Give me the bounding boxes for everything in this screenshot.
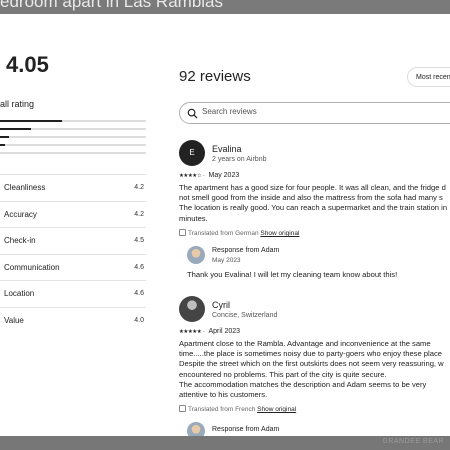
translation-label: Translated from German: [188, 230, 259, 237]
sort-dropdown-button[interactable]: Most recent: [407, 67, 450, 87]
host-response: Response from Adam May 2023 Thank you Ev…: [187, 246, 450, 286]
review-item: Cyril Concise, Switzerland ★★★★★ · April…: [179, 296, 450, 436]
rating-bar-track: [0, 152, 146, 154]
response-date: May 2023: [212, 257, 241, 264]
review-text-line: The accommodation matches the descriptio…: [179, 379, 427, 389]
reviewer-subtitle: Concise, Switzerland: [212, 312, 278, 319]
page-title: edroom apart in Las Ramblas: [0, 0, 450, 14]
review-text: The apartment has a good size for four p…: [179, 183, 450, 224]
category-value: 4.5: [134, 237, 144, 245]
review-text-line: attentive to his customers.: [179, 390, 268, 400]
reviews-count: 92 reviews: [179, 68, 251, 85]
category-row-value: Value 4.0: [0, 306, 146, 334]
category-label: Location: [4, 289, 35, 299]
response-text: Thank you Evalina! I will let my cleanin…: [187, 270, 398, 279]
rating-distribution: [0, 117, 146, 157]
category-row-cleanliness: Cleanliness 4.2: [0, 174, 146, 201]
review-rating-line: ★★★★★ · April 2023: [179, 328, 241, 335]
star-rating-icon: ★★★★★: [179, 329, 202, 335]
host-response: Response from Adam: [187, 422, 450, 436]
category-row-accuracy: Accuracy 4.2: [0, 200, 146, 228]
category-row-communication: Communication 4.6: [0, 253, 146, 281]
reviewer-name: Cyril: [212, 300, 230, 310]
host-avatar[interactable]: [187, 422, 205, 436]
category-value: 4.0: [134, 316, 144, 324]
category-value: 4.2: [134, 184, 144, 192]
translation-label: Translated from French: [188, 406, 256, 413]
rating-bar-track: [0, 144, 146, 146]
response-title: Response from Adam: [212, 247, 280, 254]
show-original-link[interactable]: Show original: [257, 406, 296, 413]
category-ratings: Cleanliness 4.2 Accuracy 4.2 Check-in 4.…: [0, 174, 146, 333]
reviewer-subtitle: 2 years on Airbnb: [212, 156, 267, 163]
category-label: Check-in: [4, 236, 36, 246]
review-text-line: time.....the place is sometimes noisy du…: [179, 349, 442, 359]
category-row-check-in: Check-in 4.5: [0, 227, 146, 254]
category-row-location: Location 4.6: [0, 280, 146, 307]
rating-bar-fill: [0, 128, 32, 130]
category-value: 4.2: [134, 210, 144, 218]
translate-icon: [179, 229, 186, 236]
translate-icon: [179, 405, 186, 412]
rating-bar-3: [0, 133, 146, 141]
rating-bar-1: [0, 149, 146, 157]
rating-bar-4: [0, 125, 146, 133]
show-original-link[interactable]: Show original: [260, 230, 299, 237]
star-rating-icon: ★★★★☆: [179, 173, 202, 179]
review-text-line: The location is really good. You can rea…: [179, 203, 448, 213]
response-title: Response from Adam: [212, 426, 280, 433]
overall-score: 4.05: [6, 52, 49, 77]
review-date: May 2023: [208, 172, 240, 179]
category-label: Cleanliness: [4, 183, 46, 193]
host-avatar[interactable]: [187, 246, 205, 264]
reviewer-name: Evalina: [212, 144, 242, 154]
review-text-line: Despite the street which on the first ou…: [179, 359, 444, 369]
review-text-line: minutes.: [179, 213, 208, 223]
review-text-line: The apartment has a good size for four p…: [179, 183, 446, 192]
rating-bar-2: [0, 141, 146, 149]
rating-bar-fill: [0, 120, 63, 122]
overall-rating-label: all rating: [0, 99, 35, 109]
category-value: 4.6: [134, 263, 144, 271]
review-date: April 2023: [208, 328, 241, 335]
review-text-line: not smell good from the inside and also …: [179, 193, 443, 203]
category-label: Communication: [4, 262, 60, 272]
search-reviews-input[interactable]: [200, 106, 444, 117]
translation-note: Translated from French Show original: [179, 405, 296, 413]
rating-bar-track: [0, 136, 146, 138]
watermark: GRANDEE BEAR: [382, 438, 444, 445]
review-rating-line: ★★★★☆ · May 2023: [179, 172, 240, 179]
review-item: E Evalina 2 years on Airbnb ★★★★☆ · May …: [179, 140, 450, 300]
search-reviews-box[interactable]: [179, 102, 450, 124]
avatar[interactable]: E: [179, 140, 205, 166]
review-text-line: Apartment close to the Rambla. Advantage…: [179, 339, 431, 348]
background-strip: GRANDEE BEAR: [0, 436, 450, 450]
translation-note: Translated from German Show original: [179, 229, 299, 237]
rating-bar-5: [0, 117, 146, 125]
search-icon: [187, 108, 198, 119]
category-label: Value: [4, 315, 24, 325]
review-text-line: encountered no problems. This part of th…: [179, 369, 387, 379]
review-text: Apartment close to the Rambla. Advantage…: [179, 339, 450, 400]
category-value: 4.6: [134, 290, 144, 298]
avatar[interactable]: [179, 296, 205, 322]
rating-bar-fill: [0, 144, 5, 146]
rating-bar-fill: [0, 136, 9, 138]
reviews-modal: 4.05 all rating Cleanliness 4.2 Accuracy…: [0, 14, 450, 436]
category-label: Accuracy: [4, 209, 37, 219]
